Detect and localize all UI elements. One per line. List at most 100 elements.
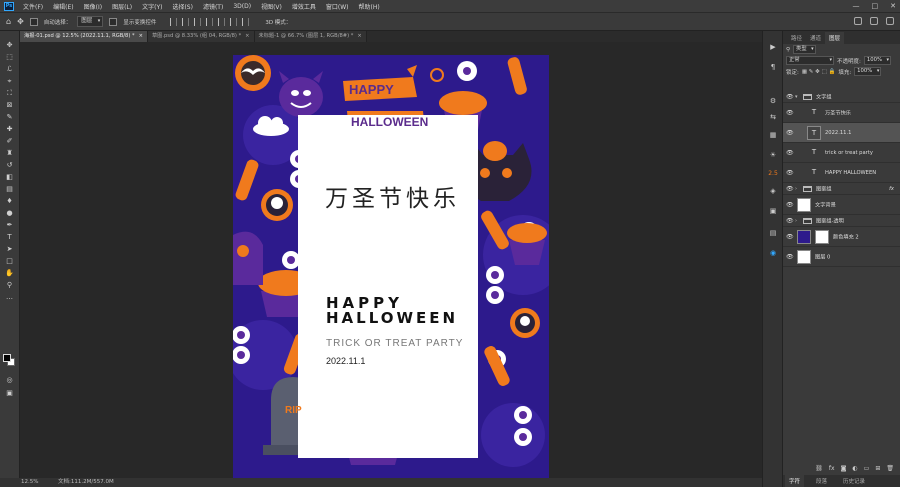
link-icon[interactable]: ⛓ bbox=[815, 465, 823, 472]
opacity-value[interactable]: 100% bbox=[863, 56, 892, 65]
styles-icon[interactable]: ▤ bbox=[768, 229, 778, 238]
layer-group-text[interactable]: 👁 ▾ 文字组 bbox=[783, 91, 900, 103]
lasso-tool-icon[interactable]: ℒ bbox=[4, 65, 15, 74]
trash-icon[interactable]: 🗑 bbox=[886, 465, 894, 472]
tab-character[interactable]: 字符 bbox=[785, 475, 805, 487]
visibility-eye-icon[interactable]: 👁 bbox=[786, 217, 794, 224]
hand-tool-icon[interactable]: ✋ bbox=[4, 269, 15, 278]
grid-icon[interactable]: ▦ bbox=[768, 131, 778, 140]
libraries-icon[interactable]: ⇆ bbox=[768, 113, 778, 122]
minimize-icon[interactable]: — bbox=[853, 2, 860, 10]
menu-image[interactable]: 图像(I) bbox=[79, 2, 107, 11]
show-transform-checkbox[interactable] bbox=[109, 17, 118, 26]
tab-sketch[interactable]: 草图.psd @ 8.33% (组 04, RGB/8) * × bbox=[147, 31, 255, 42]
visibility-eye-icon[interactable]: 👁 bbox=[786, 93, 794, 100]
menu-select[interactable]: 选择(S) bbox=[167, 2, 198, 11]
zoom-tool-icon[interactable]: ⚲ bbox=[4, 281, 15, 290]
auto-select-checkbox[interactable] bbox=[29, 17, 38, 26]
close-tab-icon[interactable]: × bbox=[357, 33, 361, 39]
align-middle-icon[interactable] bbox=[218, 17, 226, 26]
history-brush-tool-icon[interactable]: ↺ bbox=[4, 161, 15, 170]
layer-text-background[interactable]: 👁 文字背景 bbox=[783, 195, 900, 215]
poster-canvas[interactable]: HAPPY HALLOWEEN RIP 万圣节快乐 HAPPY HALLOWEE… bbox=[233, 55, 549, 478]
mask-icon[interactable]: ◙ bbox=[841, 465, 847, 472]
home-icon[interactable]: ⌂ bbox=[6, 17, 11, 26]
play-icon[interactable]: ▶ bbox=[768, 43, 778, 52]
tab-history[interactable]: 历史记录 bbox=[839, 475, 869, 487]
screen-mode-icon[interactable]: ▣ bbox=[4, 389, 15, 398]
eraser-tool-icon[interactable]: ◧ bbox=[4, 173, 15, 182]
bulb-icon[interactable]: ☀ bbox=[768, 151, 778, 160]
menu-layer[interactable]: 图层(L) bbox=[107, 2, 137, 11]
auto-select-dropdown[interactable]: 图层 bbox=[77, 16, 104, 27]
workspace-icon[interactable] bbox=[870, 17, 878, 25]
menu-view[interactable]: 视图(V) bbox=[256, 2, 287, 11]
paragraph-icon[interactable]: ¶ bbox=[768, 63, 778, 72]
search-icon[interactable] bbox=[854, 17, 862, 25]
image-icon[interactable]: ▣ bbox=[768, 207, 778, 216]
align-right-icon[interactable] bbox=[194, 17, 202, 26]
document-size[interactable]: 文档:111.2M/557.0M bbox=[58, 478, 114, 487]
maximize-icon[interactable]: □ bbox=[872, 2, 879, 10]
layer-group-pattern[interactable]: 👁 › 图案组 fx bbox=[783, 183, 900, 195]
layer-text-date[interactable]: 👁 T 2022.11.1 bbox=[783, 123, 900, 143]
menu-type[interactable]: 文字(Y) bbox=[137, 2, 167, 11]
adjustment-icon[interactable]: ◐ bbox=[852, 465, 857, 472]
type-tool-icon[interactable]: T bbox=[4, 233, 15, 242]
fx-icon[interactable]: fx bbox=[889, 186, 894, 192]
menu-edit[interactable]: 编辑(E) bbox=[48, 2, 78, 11]
frame-tool-icon[interactable]: ⊠ bbox=[4, 101, 15, 110]
blur-tool-icon[interactable]: ♦ bbox=[4, 197, 15, 206]
tab-paths[interactable]: 路径 bbox=[787, 32, 806, 44]
adjust-icon[interactable]: ⚙ bbox=[768, 97, 778, 106]
chevron-down-icon[interactable]: ▾ bbox=[795, 94, 798, 100]
layer-text-trick[interactable]: 👁 T trick or treat party bbox=[783, 143, 900, 163]
menu-plugins[interactable]: 增效工具 bbox=[287, 2, 321, 11]
chevron-right-icon[interactable]: › bbox=[795, 186, 797, 192]
share-icon[interactable] bbox=[886, 17, 894, 25]
visibility-eye-icon[interactable]: 👁 bbox=[786, 201, 794, 208]
visibility-eye-icon[interactable]: 👁 bbox=[786, 185, 794, 192]
pen-tool-icon[interactable]: ✒ bbox=[4, 221, 15, 230]
fx-icon[interactable]: fx bbox=[829, 465, 835, 472]
tab-untitled[interactable]: 未标题-1 @ 66.7% (图层 1, RGB/8#) * × bbox=[254, 31, 367, 42]
layer-kind-select[interactable]: 类型 bbox=[793, 45, 816, 54]
marquee-tool-icon[interactable]: ⬚ bbox=[4, 53, 15, 62]
plugin-icon[interactable]: ◉ bbox=[768, 249, 778, 258]
new-layer-icon[interactable]: ⊞ bbox=[875, 465, 880, 472]
menu-help[interactable]: 帮助(H) bbox=[354, 2, 385, 11]
visibility-eye-icon[interactable]: 👁 bbox=[786, 253, 794, 260]
layer-color-fill[interactable]: 👁 颜色填充 2 bbox=[783, 227, 900, 247]
eyedropper-tool-icon[interactable]: ✎ bbox=[4, 113, 15, 122]
more-tools-icon[interactable]: … bbox=[4, 293, 15, 302]
move-tool-icon[interactable]: ✥ bbox=[17, 17, 24, 26]
version-icon[interactable]: 2.5 bbox=[768, 169, 778, 178]
distribute-icon[interactable] bbox=[242, 17, 250, 26]
menu-file[interactable]: 文件(F) bbox=[18, 2, 48, 11]
layer-text-happy[interactable]: 👁 T HAPPY HALLOWEEN bbox=[783, 163, 900, 183]
brush-tool-icon[interactable]: ✐ bbox=[4, 137, 15, 146]
menu-3d[interactable]: 3D(D) bbox=[228, 3, 256, 10]
dodge-tool-icon[interactable]: ● bbox=[4, 209, 15, 218]
path-select-tool-icon[interactable]: ➤ bbox=[4, 245, 15, 254]
foreground-color-swatch[interactable] bbox=[3, 354, 11, 362]
gradient-tool-icon[interactable]: ▤ bbox=[4, 185, 15, 194]
tab-layers[interactable]: 图层 bbox=[825, 32, 845, 44]
move-tool-icon[interactable]: ✥ bbox=[4, 41, 15, 50]
zoom-level[interactable]: 12.5% bbox=[21, 478, 38, 487]
menu-filter[interactable]: 滤镜(T) bbox=[198, 2, 228, 11]
blend-mode-select[interactable]: 正常 bbox=[786, 56, 834, 65]
layer-text-cn[interactable]: 👁 T 万圣节快乐 bbox=[783, 103, 900, 123]
visibility-eye-icon[interactable]: 👁 bbox=[786, 169, 794, 176]
cube-icon[interactable]: ◈ bbox=[768, 187, 778, 196]
crop-tool-icon[interactable]: ⛶ bbox=[4, 89, 15, 98]
layer-0[interactable]: 👁 图层 0 bbox=[783, 247, 900, 267]
object-select-tool-icon[interactable]: ⌖ bbox=[4, 77, 15, 86]
visibility-eye-icon[interactable]: 👁 bbox=[786, 233, 794, 240]
visibility-eye-icon[interactable]: 👁 bbox=[786, 109, 794, 116]
close-tab-icon[interactable]: × bbox=[139, 33, 143, 39]
layer-group-pattern-transparent[interactable]: 👁 › 图案组-透明 bbox=[783, 215, 900, 227]
stamp-tool-icon[interactable]: ♜ bbox=[4, 149, 15, 158]
visibility-eye-icon[interactable]: 👁 bbox=[786, 149, 794, 156]
align-center-icon[interactable] bbox=[182, 17, 190, 26]
